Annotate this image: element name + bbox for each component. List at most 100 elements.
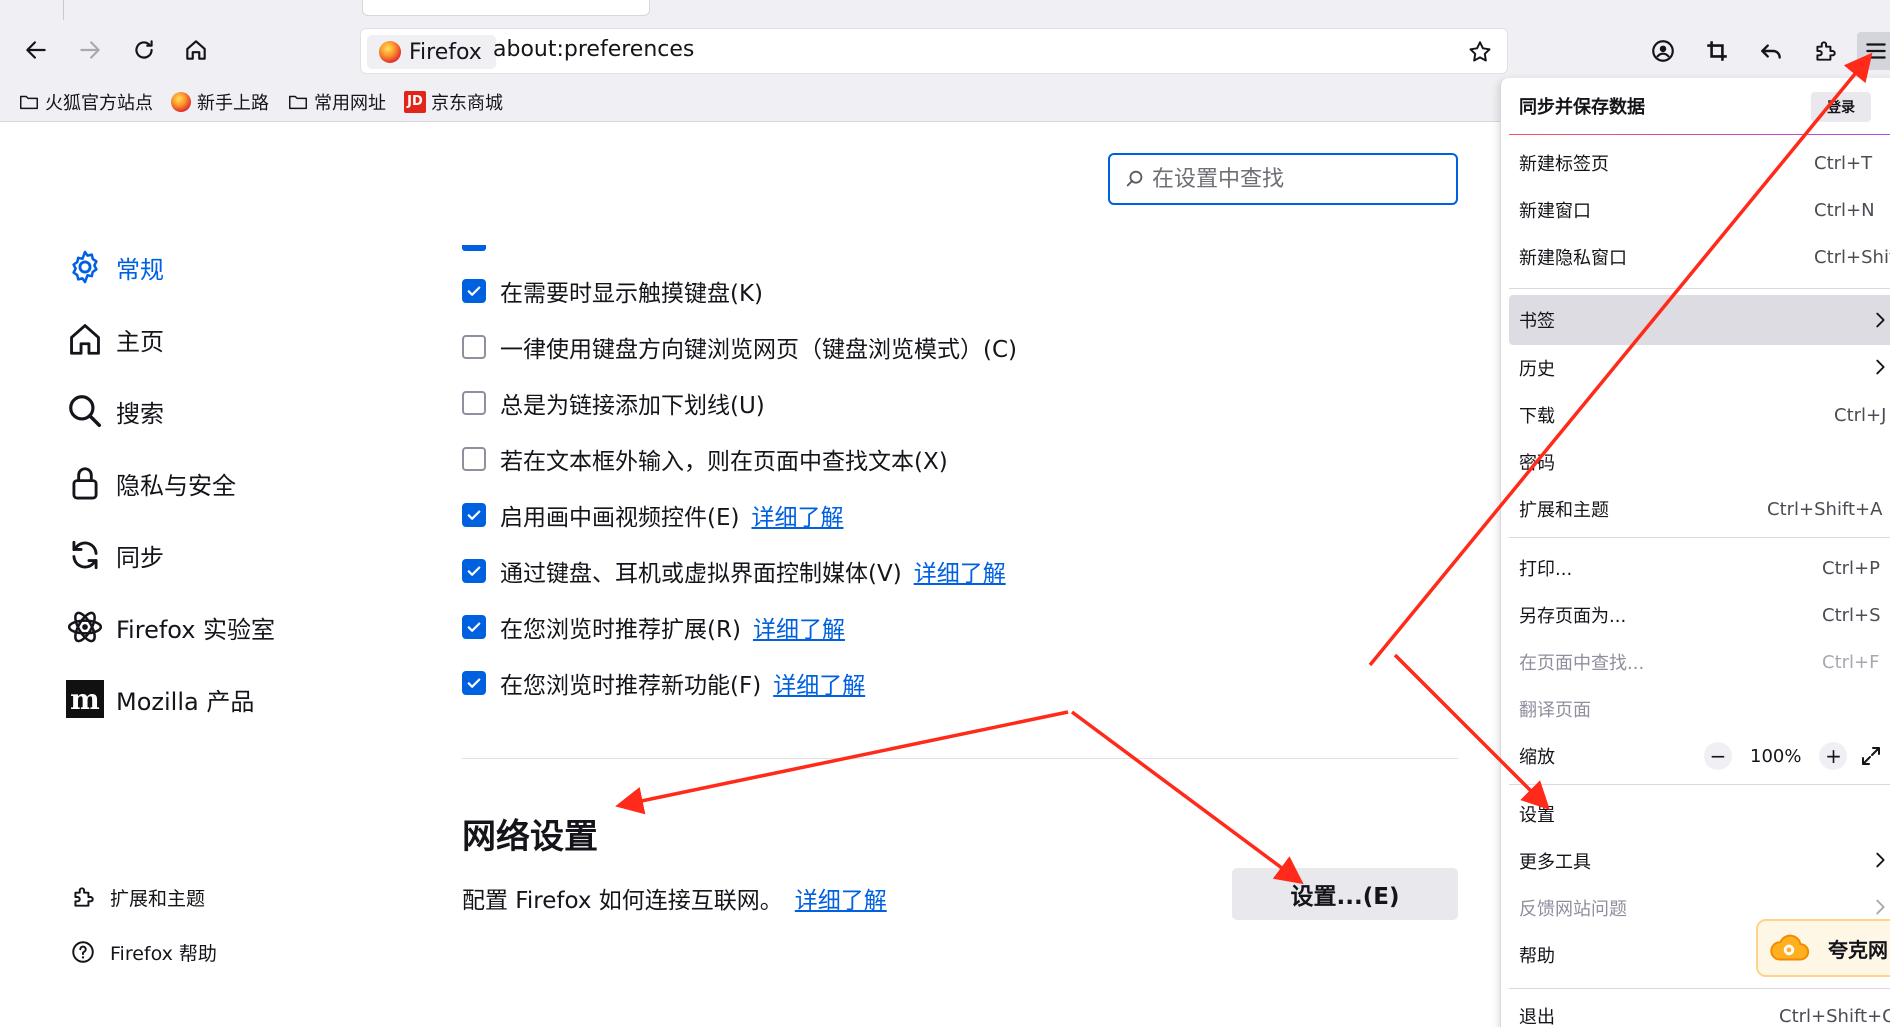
quark-label: 夸克网	[1828, 937, 1888, 962]
fullscreen-icon[interactable]	[1859, 744, 1883, 768]
menu-item-label: 缩放	[1519, 747, 1555, 768]
app-menu-button[interactable]	[1857, 32, 1890, 70]
chevron-right-icon	[1876, 312, 1885, 328]
menu-item-quit[interactable]: 退出 Ctrl+Shift+Q	[1509, 994, 1890, 1027]
menu-item-label: 下载	[1519, 406, 1555, 427]
menu-item-downloads[interactable]: 下载 Ctrl+J	[1509, 393, 1890, 437]
option-picture-in-picture[interactable]: 启用画中画视频控件(E) 详细了解	[462, 497, 843, 533]
back-button[interactable]	[18, 32, 54, 68]
menu-item-new-tab[interactable]: 新建标签页 Ctrl+T	[1509, 141, 1890, 185]
bookmark-item[interactable]: 常用网址	[287, 89, 386, 115]
settings-search-box[interactable]	[1108, 153, 1458, 205]
checkbox[interactable]	[462, 559, 486, 583]
menu-item-more-tools[interactable]: 更多工具	[1509, 839, 1890, 883]
option-caret-browsing[interactable]: 一律使用键盘方向键浏览网页（键盘浏览模式）(C)	[462, 329, 1017, 365]
menu-item-shortcut: Ctrl+Shift+A	[1767, 498, 1883, 520]
menu-item-print[interactable]: 打印... Ctrl+P	[1509, 546, 1890, 590]
preferences-page: 常规 主页 搜索 隐私与安全 同步 Firefox 实验室 m Mozilla …	[0, 123, 1500, 1027]
settings-search-input[interactable]	[1152, 166, 1442, 192]
cloud-icon	[1770, 934, 1810, 961]
jd-icon: JD	[404, 90, 426, 113]
bookmark-item[interactable]: 火狐官方站点	[18, 89, 153, 115]
learn-more-link[interactable]: 详细了解	[914, 554, 1006, 588]
quark-cloud-widget[interactable]: 夸克网	[1756, 919, 1890, 977]
app-menu-panel: 同步并保存数据 登录 新建标签页 Ctrl+T 新建窗口 Ctrl+N 新建隐私…	[1500, 78, 1890, 1027]
active-tab[interactable]	[362, 0, 650, 16]
option-label: 一律使用键盘方向键浏览网页（键盘浏览模式）(C)	[500, 337, 1018, 363]
bookmark-star-button[interactable]	[1463, 35, 1497, 69]
checkbox[interactable]	[462, 447, 486, 471]
checkbox[interactable]	[462, 671, 486, 695]
checkbox[interactable]	[462, 503, 486, 527]
checkmark-icon	[467, 566, 481, 576]
home-button[interactable]	[178, 32, 214, 68]
option-touch-keyboard[interactable]: 在需要时显示触摸键盘(K)	[462, 273, 763, 309]
sign-in-button[interactable]: 登录	[1811, 92, 1871, 122]
sidebar-item-labs[interactable]: Firefox 实验室	[66, 604, 275, 650]
forward-button[interactable]	[72, 32, 108, 68]
option-label: 在您浏览时推荐扩展(R)	[500, 617, 741, 643]
chevron-right-icon	[1876, 359, 1885, 375]
sidebar-item-sync[interactable]: 同步	[66, 532, 164, 578]
option-recommend-features[interactable]: 在您浏览时推荐新功能(F) 详细了解	[462, 665, 865, 701]
menu-item-label: 历史	[1519, 359, 1555, 380]
undo-button[interactable]	[1752, 32, 1790, 70]
sidebar-item-general[interactable]: 常规	[66, 244, 164, 290]
sidebar-item-search[interactable]: 搜索	[66, 388, 164, 434]
checkbox[interactable]	[462, 391, 486, 415]
learn-more-link[interactable]: 详细了解	[751, 498, 843, 532]
zoom-out-button[interactable]: −	[1704, 742, 1732, 770]
menu-item-settings[interactable]: 设置	[1509, 792, 1890, 836]
home-icon	[70, 324, 100, 355]
checkmark-icon	[467, 622, 481, 632]
learn-more-link[interactable]: 详细了解	[753, 610, 845, 644]
option-label: 通过键盘、耳机或虚拟界面控制媒体(V)	[500, 561, 902, 587]
menu-item-new-window[interactable]: 新建窗口 Ctrl+N	[1509, 188, 1890, 232]
zoom-in-button[interactable]: +	[1819, 742, 1848, 770]
option-underline-links[interactable]: 总是为链接添加下划线(U)	[462, 385, 765, 421]
menu-item-label: 打印...	[1519, 559, 1573, 580]
menu-item-history[interactable]: 历史	[1509, 346, 1890, 390]
bookmark-item[interactable]: JD 京东商城	[404, 89, 503, 115]
sidebar-item-label: Firefox 实验室	[116, 615, 276, 644]
sidebar-footer-addons[interactable]: 扩展和主题	[70, 880, 205, 914]
sidebar-item-mozilla-products[interactable]: m Mozilla 产品	[66, 676, 254, 722]
network-description-text: 配置 Firefox 如何连接互联网。	[462, 888, 783, 914]
checkmark-icon	[467, 678, 481, 688]
menu-item-label: 更多工具	[1519, 852, 1591, 873]
sidebar-item-home[interactable]: 主页	[66, 316, 164, 362]
network-settings-description: 配置 Firefox 如何连接互联网。 详细了解	[462, 881, 887, 915]
screenshot-button[interactable]	[1698, 32, 1736, 70]
checkbox[interactable]	[462, 335, 486, 359]
learn-more-link[interactable]: 详细了解	[795, 881, 887, 915]
option-find-as-you-type[interactable]: 若在文本框外输入，则在页面中查找文本(X)	[462, 441, 948, 477]
option-recommend-extensions[interactable]: 在您浏览时推荐扩展(R) 详细了解	[462, 609, 845, 645]
url-text[interactable]: about:preferences	[493, 37, 694, 62]
account-button[interactable]	[1644, 32, 1682, 70]
chevron-right-icon	[1876, 899, 1885, 915]
checkbox-partially-scrolled[interactable]	[462, 245, 486, 251]
menu-separator	[1509, 537, 1890, 538]
menu-item-save-page[interactable]: 另存页面为... Ctrl+S	[1509, 593, 1890, 637]
menu-item-shortcut: Ctrl+N	[1814, 199, 1875, 221]
option-media-control[interactable]: 通过键盘、耳机或虚拟界面控制媒体(V) 详细了解	[462, 553, 1006, 589]
extensions-button[interactable]	[1806, 32, 1844, 70]
menu-item-label: 新建标签页	[1519, 154, 1609, 175]
reload-icon	[135, 40, 153, 59]
menu-item-addons-themes[interactable]: 扩展和主题 Ctrl+Shift+A	[1509, 487, 1890, 531]
menu-item-passwords[interactable]: 密码	[1509, 440, 1890, 484]
bookmark-item[interactable]: 新手上路	[171, 89, 269, 115]
zoom-reset-button[interactable]: 100%	[1750, 746, 1801, 767]
checkbox[interactable]	[462, 279, 486, 303]
learn-more-link[interactable]: 详细了解	[773, 666, 865, 700]
menu-item-bookmarks[interactable]: 书签	[1509, 295, 1890, 345]
checkbox[interactable]	[462, 615, 486, 639]
menu-item-new-private-window[interactable]: 新建隐私窗口 Ctrl+Shift+P	[1509, 235, 1890, 279]
url-bar[interactable]: Firefox about:preferences	[360, 28, 1508, 74]
sidebar-item-privacy[interactable]: 隐私与安全	[66, 460, 236, 506]
reload-button[interactable]	[126, 32, 162, 68]
sidebar-footer-help[interactable]: Firefox 帮助	[70, 935, 217, 969]
identity-box[interactable]: Firefox	[367, 35, 496, 69]
account-icon	[1652, 40, 1674, 62]
network-settings-button[interactable]: 设置...(E)	[1232, 868, 1458, 920]
